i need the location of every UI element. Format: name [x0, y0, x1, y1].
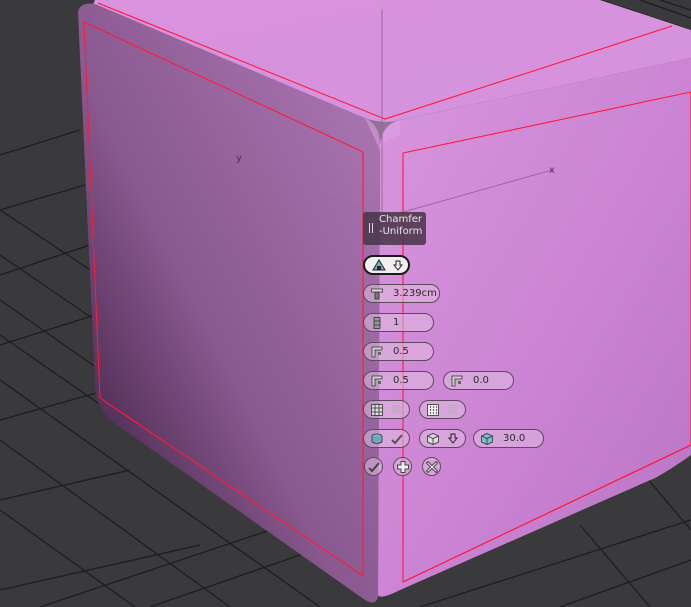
tool-title-line2: -Uniform: [379, 226, 423, 237]
cube-mode-dropdown[interactable]: [419, 429, 466, 448]
add-button[interactable]: [393, 457, 412, 476]
toggle-checkbox[interactable]: [392, 405, 401, 414]
width-value: 3.239cm: [393, 288, 437, 299]
axis-label-x: x: [549, 165, 555, 176]
chamfer-mode-icon: [372, 259, 386, 271]
profile-icon: [451, 375, 463, 387]
segments-icon: [373, 317, 381, 329]
angle-value: 30.0: [503, 433, 526, 444]
apply-button[interactable]: [364, 457, 383, 476]
axis-label-y: y: [236, 153, 242, 164]
profile-field-c[interactable]: 0.0: [443, 371, 514, 390]
tool-title-line1: Chamfer: [379, 214, 422, 225]
arrow-down-icon: [448, 433, 458, 444]
profile-value-c: 0.0: [473, 375, 489, 386]
grid-icon: [371, 404, 383, 416]
profile-field-b[interactable]: 0.5: [363, 371, 434, 390]
profile-field-a[interactable]: 0.5: [363, 342, 434, 361]
width-icon: [371, 288, 383, 300]
material-toggle[interactable]: [363, 429, 410, 448]
mode-dropdown[interactable]: [363, 255, 410, 275]
cube-icon: [427, 433, 439, 445]
cube-icon: [481, 433, 493, 445]
grid-dots-icon: [427, 404, 439, 416]
plus-icon: [397, 461, 409, 473]
check-icon: [368, 462, 380, 473]
profile-icon: [371, 375, 383, 387]
grid-toggle-b[interactable]: [419, 400, 466, 419]
toggle-checkbox[interactable]: [448, 405, 457, 414]
cancel-button[interactable]: [422, 457, 441, 476]
3d-viewport[interactable]: z y x: [0, 0, 691, 607]
axis-label-z: z: [380, 2, 385, 13]
grid-toggle-a[interactable]: [363, 400, 410, 419]
width-field[interactable]: 3.239cm: [363, 284, 440, 303]
profile-icon: [371, 346, 383, 358]
profile-value-b: 0.5: [393, 375, 409, 386]
angle-field[interactable]: 30.0: [473, 429, 544, 448]
tool-title-panel[interactable]: Chamfer -Uniform: [363, 212, 426, 245]
segments-field[interactable]: 1: [363, 313, 434, 332]
segments-value: 1: [393, 317, 400, 328]
arrow-down-icon: [393, 260, 403, 271]
profile-value-a: 0.5: [393, 346, 409, 357]
cylinder-icon: [371, 433, 383, 444]
drag-handle-icon[interactable]: [369, 223, 373, 233]
check-small-icon: [391, 434, 403, 445]
close-icon: [426, 461, 438, 473]
